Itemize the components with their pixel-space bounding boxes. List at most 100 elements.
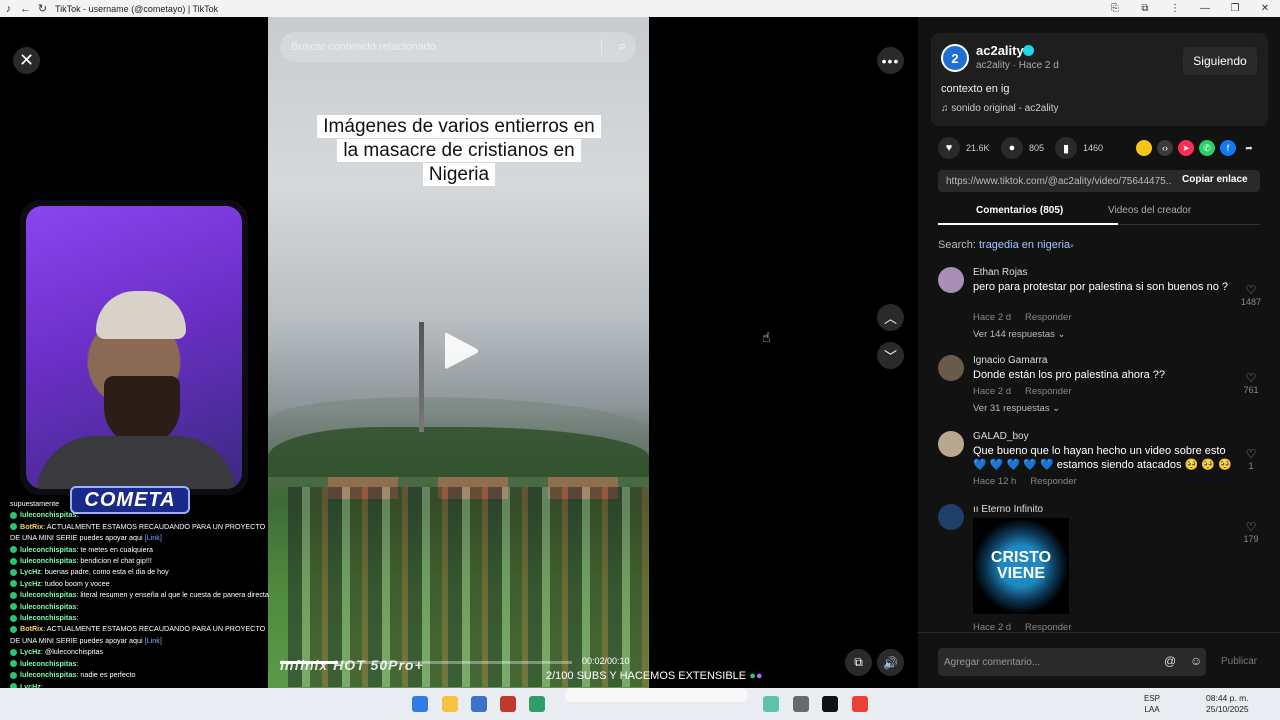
search-placeholder: Buscar contenido relacionado [291,41,436,53]
extensions-icon[interactable]: ⧉ [1130,3,1160,14]
chat-username: LycHz [20,647,41,657]
search-small-icon: ⌕ [1070,243,1075,250]
emoji-icon[interactable]: ☺ [1190,654,1202,668]
commenter-name[interactable]: Ethan Rojas [973,267,1027,278]
commenter-avatar[interactable] [938,355,964,381]
sound-link[interactable]: ♫ sonido original - ac2ality [941,103,1059,114]
tab-creator-videos[interactable]: Videos del creador [1108,205,1191,216]
share-arrow-icon[interactable]: ➦ [1241,140,1257,156]
picture-in-picture-button[interactable]: ⧉ [845,649,872,676]
mention-icon[interactable]: @ [1164,654,1176,668]
add-comment-input[interactable]: Agregar comentario... @ ☺ [938,648,1206,676]
related-search-input[interactable]: Buscar contenido relacionado ⌕ [280,32,636,62]
comment-text: pero para protestar por palestina si son… [973,281,1228,293]
file-explorer-icon[interactable] [442,696,458,712]
user-badge-icon [10,557,17,565]
tab-comments[interactable]: Comentarios (805) [976,205,1063,216]
copy-link-button[interactable]: Copiar enlace [1182,174,1248,185]
obscured-taskbar-apps [565,688,748,702]
comment-text: Que bueno que lo hayan hecho un video so… [973,445,1232,471]
reply-button[interactable]: Responder [1025,312,1071,323]
back-icon[interactable]: ← [17,0,34,17]
user-badge-icon [10,660,17,668]
stream-chat: supuestamente luleconchispitas: BotRix: AC… [10,498,270,692]
app-teal-icon[interactable] [763,696,779,712]
comment-stat[interactable]: ● 805 [1001,137,1044,159]
embed-icon[interactable]: ‹› [1157,140,1173,156]
following-button[interactable]: Siguiendo [1183,47,1257,75]
comment-like-button[interactable]: ♡ 1487 [1239,283,1263,307]
user-badge-icon [10,523,17,531]
reply-button[interactable]: Responder [1030,476,1076,487]
chat-message: luleconchispitas: nadie es perfecto [10,669,270,680]
translate-icon[interactable]: ⎘ [1100,3,1130,14]
restore-icon[interactable]: ❐ [1220,3,1250,14]
minimize-icon[interactable]: — [1190,3,1220,14]
previous-video-button[interactable]: ︿ [877,304,904,331]
commenter-name[interactable]: Ignacio Gamarra [973,355,1047,366]
comment-like-button[interactable]: ♡ 761 [1239,371,1263,395]
play-icon[interactable] [441,329,481,373]
keyboard-language[interactable]: ESP LAA [1144,693,1160,715]
send-icon[interactable]: ➤ [1178,140,1194,156]
menu-icon[interactable]: ⋮ [1160,3,1190,14]
comment-search-suggestion[interactable]: Search: tragedia en nigeria⌕ [938,239,1074,251]
app-red-icon[interactable] [500,696,516,712]
comment-like-button[interactable]: ♡ 1 [1239,447,1263,471]
video-watermark: Infinix HOT 50Pro+ [280,657,424,673]
commenter-avatar[interactable] [938,267,964,293]
heart-outline-icon: ♡ [1245,371,1257,385]
clock[interactable]: 08:44 p. m. 25/10/2025 [1206,693,1249,715]
comment-bubble-icon: ● [1001,137,1023,159]
streamer-webcam [20,200,248,495]
video-progress-bar[interactable] [280,661,572,664]
volume-button[interactable]: 🔊 [877,649,904,676]
user-badge-icon [10,546,17,554]
commenter-name[interactable]: GALAD_boy [973,431,1029,442]
author-avatar[interactable]: 2 [941,44,969,72]
window-title-bar: ♪ ← ↻ TikTok - username (@cometayo) | Ti… [0,0,1280,17]
stream-banner: 2/100 SUBS Y HACEMOS EXTENSIBLE ●● [546,670,763,682]
comment-like-button[interactable]: ♡ 179 [1239,520,1263,544]
next-video-button[interactable]: ﹀ [877,342,904,369]
like-stat[interactable]: ♥ 21.6K [938,137,990,159]
share-coin-icon[interactable] [1136,140,1152,156]
chat-text: : bendicion el chat gip!!! [76,556,152,566]
close-icon: ✕ [18,50,35,70]
app-grey-icon[interactable] [793,696,809,712]
chat-username: BotRix [20,521,44,531]
chat-text: : [76,510,79,520]
view-replies-button[interactable]: Ver 31 respuestas ⌄ [973,403,1060,414]
user-badge-icon [10,603,17,611]
user-badge-icon [10,569,17,577]
store-icon[interactable] [471,696,487,712]
video-frame[interactable]: Buscar contenido relacionado ⌕ Imágenes … [268,17,649,688]
close-player-button[interactable]: ✕ [13,47,40,74]
close-window-icon[interactable]: ✕ [1250,3,1280,14]
tiktok-taskbar-icon[interactable] [822,696,838,712]
search-icon[interactable]: ⌕ [619,38,626,54]
chat-text: : ACTUALMENTE ESTAMOS RECAUDANDO PARA UN… [10,624,266,645]
facebook-icon[interactable]: f [1220,140,1236,156]
commenter-avatar[interactable] [938,431,964,457]
commenter-name[interactable]: ıı Eterno Infinito [973,504,1043,515]
comment-meta: Hace 2 d Responder [973,312,1072,323]
author-name[interactable]: ac2ality [976,43,1024,58]
chat-link[interactable]: [Link] [145,636,162,645]
streamer-cap [96,291,186,339]
commenter-avatar[interactable] [938,504,964,530]
start-menu-icon[interactable] [412,696,428,712]
verified-icon [1023,45,1034,56]
more-options-button[interactable]: ••• [877,47,904,74]
view-replies-button[interactable]: Ver 144 respuestas ⌄ [973,329,1065,340]
reply-button[interactable]: Responder [1025,386,1071,397]
save-stat[interactable]: ▮ 1460 [1055,137,1103,159]
post-comment-button[interactable]: Publicar [1221,656,1257,667]
app-green-icon[interactable] [529,696,545,712]
reload-icon[interactable]: ↻ [34,0,51,17]
chevron-up-icon: ︿ [883,311,897,326]
chrome-icon[interactable] [852,696,868,712]
pip-icon: ⧉ [854,655,863,669]
chat-link[interactable]: [Link] [145,533,162,542]
whatsapp-icon[interactable]: ✆ [1199,140,1215,156]
